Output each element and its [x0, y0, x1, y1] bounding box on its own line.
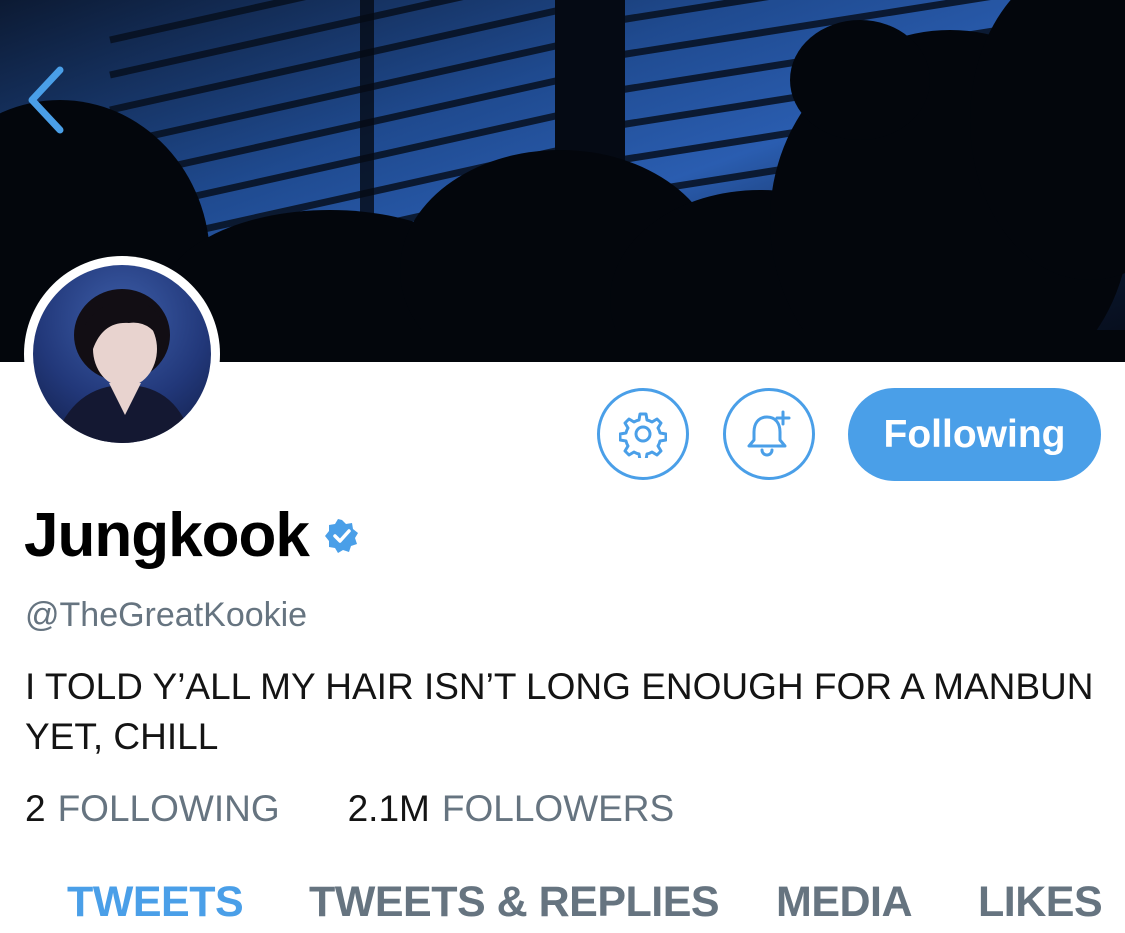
followers-stat[interactable]: 2.1M FOLLOWERS [348, 788, 675, 830]
tab-tweets-and-replies[interactable]: TWEETS & REPLIES [309, 878, 720, 927]
following-count: 2 [25, 788, 46, 829]
followers-label: FOLLOWERS [441, 788, 675, 829]
tab-likes[interactable]: LIKES [978, 878, 1103, 927]
following-stat[interactable]: 2 FOLLOWING [25, 788, 280, 830]
gear-icon [619, 412, 667, 458]
chevron-left-icon [28, 66, 64, 134]
profile-stats: 2 FOLLOWING 2.1M FOLLOWERS [25, 788, 674, 830]
following-button[interactable]: Following [848, 388, 1101, 481]
back-button[interactable] [18, 60, 78, 140]
avatar[interactable] [24, 256, 220, 452]
profile-bio: I TOLD Y’ALL MY HAIR ISN’T LONG ENOUGH F… [25, 666, 1094, 757]
notifications-button[interactable] [723, 388, 815, 480]
display-name: Jungkook [24, 501, 310, 570]
tab-tweets[interactable]: TWEETS [67, 878, 244, 927]
followers-count: 2.1M [347, 788, 430, 829]
profile-tabs: TWEETS TWEETS & REPLIES MEDIA LIKES [0, 878, 1125, 933]
display-name-row: Jungkook [24, 500, 359, 572]
tab-media[interactable]: MEDIA [776, 878, 913, 927]
avatar-image [33, 265, 211, 443]
verified-badge-icon [324, 519, 359, 553]
following-label: FOLLOWING [57, 788, 280, 829]
settings-button[interactable] [597, 388, 689, 480]
bell-plus-icon [747, 410, 791, 457]
username-handle: @TheGreatKookie [25, 596, 308, 634]
